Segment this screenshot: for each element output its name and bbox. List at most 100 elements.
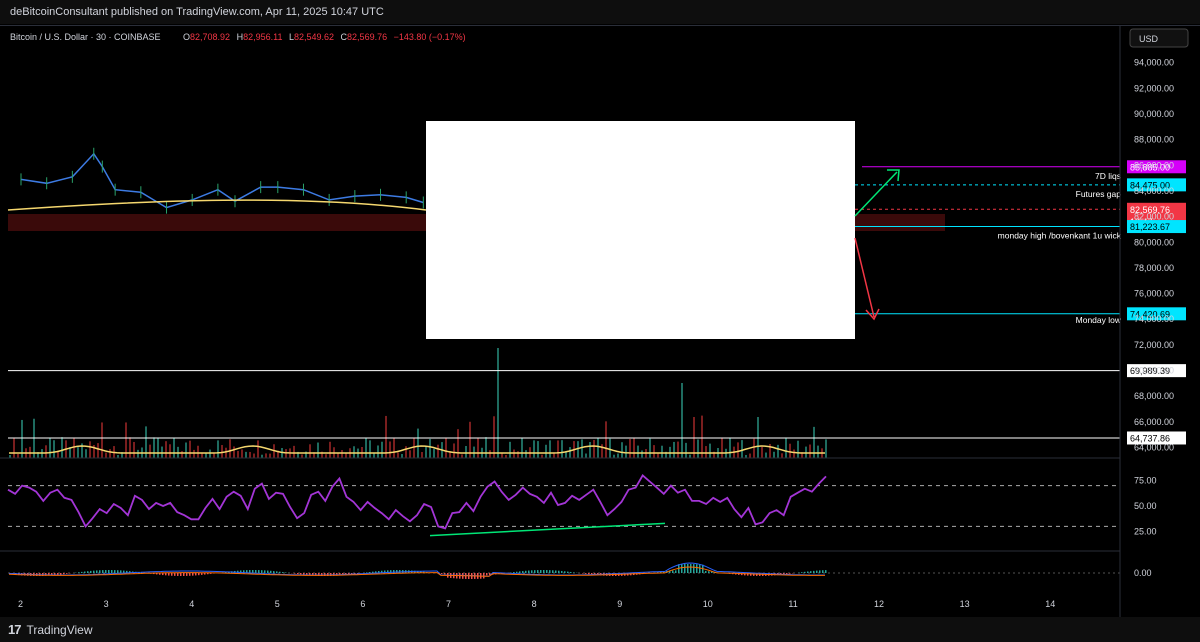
- volume-bar: [601, 444, 603, 458]
- volume-bar: [533, 440, 535, 458]
- macd-histogram-bar: [93, 570, 95, 573]
- volume-bar: [809, 444, 811, 458]
- x-tick-label: 5: [275, 599, 280, 609]
- volume-bar: [393, 438, 395, 458]
- macd-histogram-bar: [699, 564, 701, 573]
- macd-histogram-bar: [114, 570, 116, 573]
- volume-bar: [149, 444, 151, 458]
- volume-bar: [457, 429, 459, 458]
- macd-histogram-bar: [528, 570, 530, 573]
- volume-bar: [689, 454, 691, 458]
- volume-bar: [609, 438, 611, 458]
- macd-histogram-bar: [543, 570, 545, 573]
- price-tick-label: 64,000.00: [1134, 442, 1174, 452]
- macd-histogram-bar: [675, 570, 677, 573]
- volume-bar: [197, 445, 199, 458]
- macd-histogram-bar: [519, 571, 521, 573]
- macd-histogram-bar: [516, 571, 518, 573]
- volume-bar: [165, 441, 167, 458]
- macd-histogram-bar: [531, 570, 533, 573]
- volume-bar: [181, 451, 183, 458]
- svg-text:USD: USD: [1139, 34, 1159, 44]
- macd-histogram-bar: [513, 572, 515, 573]
- volume-bar: [569, 447, 571, 458]
- x-tick-label: 2: [18, 599, 23, 609]
- volume-bar: [741, 440, 743, 458]
- macd-histogram-bar: [180, 573, 182, 576]
- price-tick-label: 88,000.00: [1134, 135, 1174, 145]
- volume-bar: [497, 348, 499, 458]
- macd-histogram-bar: [285, 572, 287, 573]
- macd-histogram-bar: [195, 573, 197, 576]
- volume-bar: [337, 453, 339, 458]
- volume-bar: [597, 438, 599, 458]
- macd-histogram-bar: [264, 570, 266, 573]
- macd-histogram-bar: [813, 570, 815, 573]
- macd-histogram-bar: [705, 570, 707, 573]
- macd-histogram-bar: [252, 570, 254, 573]
- macd-histogram-bar: [441, 573, 443, 574]
- macd-histogram-bar: [573, 572, 575, 573]
- volume-bar: [649, 438, 651, 458]
- publisher-bar: deBitcoinConsultant published on Trading…: [0, 0, 1200, 24]
- volume-bar: [629, 438, 631, 458]
- volume-bar: [581, 439, 583, 458]
- volume-bar: [209, 449, 211, 458]
- volume-bar: [409, 450, 411, 458]
- volume-bar: [585, 453, 587, 458]
- volume-bar: [17, 453, 19, 458]
- currency-button[interactable]: USD: [1129, 28, 1189, 48]
- volume-bar: [369, 440, 371, 458]
- macd-histogram-bar: [681, 564, 683, 573]
- macd-histogram-bar: [90, 570, 92, 573]
- macd-histogram-bar: [546, 570, 548, 573]
- volume-bar: [237, 450, 239, 458]
- red-zone: [8, 214, 426, 231]
- volume-bar: [257, 440, 259, 458]
- tradingview-logo[interactable]: 17 TradingView: [8, 622, 93, 637]
- macd-histogram-bar: [261, 570, 263, 573]
- macd-histogram-bar: [186, 573, 188, 576]
- rsi-divergence-line: [429, 522, 666, 537]
- volume-bar: [617, 453, 619, 458]
- volume-bar: [557, 440, 559, 458]
- volume-bar: [253, 453, 255, 458]
- volume-bar: [293, 445, 295, 458]
- symbol-name: Bitcoin / U.S. Dollar · 30 · COINBASE: [10, 32, 161, 42]
- volume-bar: [661, 445, 663, 458]
- chart-svg[interactable]: 85,885.007D liqs84,475.00Futures gap82,5…: [0, 26, 1200, 618]
- macd-histogram-bar: [270, 570, 272, 573]
- x-tick-label: 7: [446, 599, 451, 609]
- volume-bar: [245, 451, 247, 458]
- red-zone: [855, 214, 945, 231]
- macd-histogram-bar: [111, 570, 113, 573]
- chart-area[interactable]: 85,885.00 7D liqs 84,475.00 Futures gap 82,5…: [0, 25, 1200, 618]
- macd-histogram-bar: [486, 573, 488, 576]
- volume-bar: [773, 451, 775, 458]
- macd-histogram-bar: [105, 570, 107, 573]
- volume-bar: [537, 441, 539, 458]
- volume-bar: [765, 452, 767, 458]
- macd-histogram-bar: [816, 570, 818, 573]
- volume-bar: [589, 441, 591, 458]
- macd-tick-label: 0.00: [1134, 568, 1152, 578]
- macd-histogram-bar: [267, 570, 269, 573]
- x-tick-label: 9: [617, 599, 622, 609]
- macd-histogram-bar: [801, 572, 803, 573]
- volume-bar: [429, 438, 431, 458]
- macd-histogram-bar: [192, 573, 194, 576]
- volume-bar: [341, 450, 343, 458]
- volume-bar: [217, 440, 219, 458]
- level-annotation: Futures gap: [1076, 189, 1122, 199]
- volume-bar: [45, 445, 47, 458]
- x-tick-label: 3: [104, 599, 109, 609]
- volume-bar: [561, 440, 563, 458]
- volume-bar: [641, 450, 643, 458]
- macd-histogram-bar: [525, 570, 527, 573]
- x-tick-label: 13: [960, 599, 970, 609]
- macd-histogram-bar: [537, 570, 539, 573]
- volume-bar: [97, 443, 99, 458]
- volume-bar: [461, 454, 463, 458]
- macd-histogram-bar: [183, 573, 185, 576]
- volume-bar: [729, 437, 731, 458]
